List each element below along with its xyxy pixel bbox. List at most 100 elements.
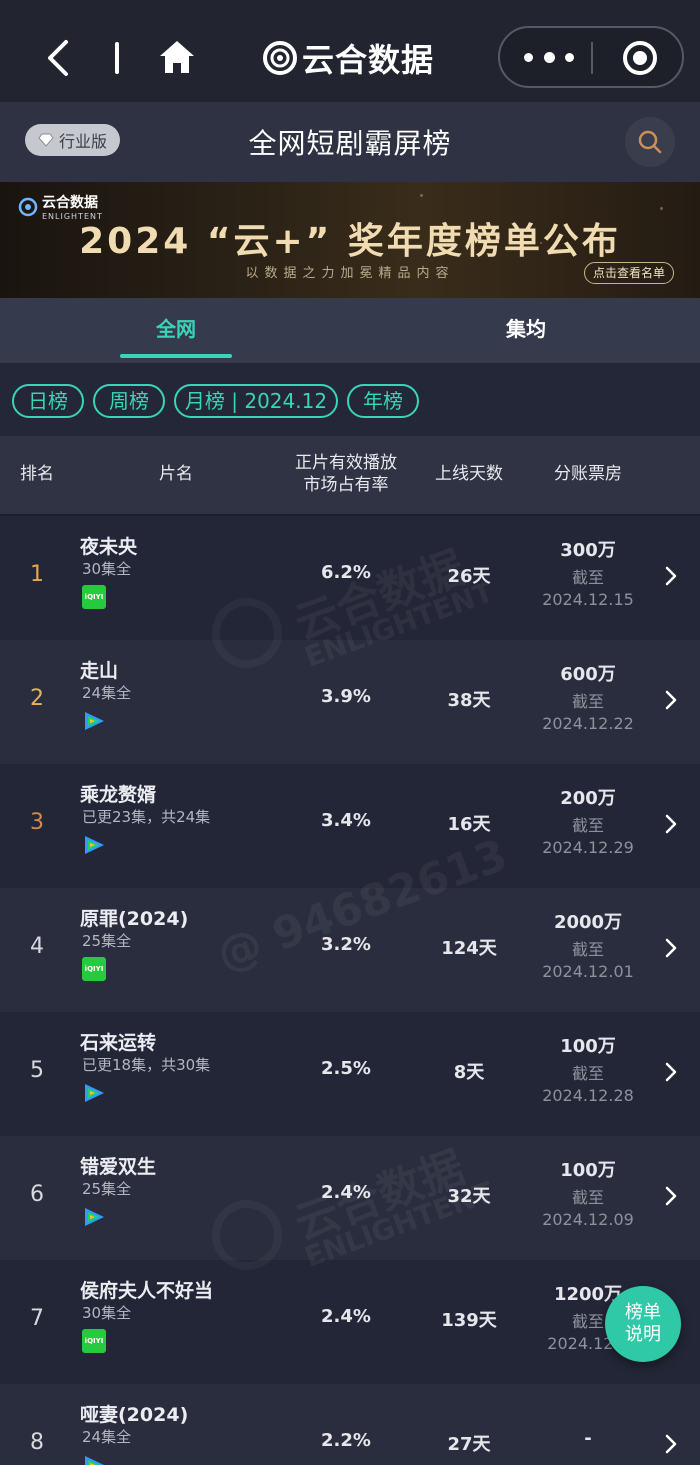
row-rank: 3 xyxy=(30,810,44,835)
row-title: 乘龙赘婿 xyxy=(80,784,157,806)
header-share-line1: 正片有效播放 xyxy=(295,453,397,473)
row-title: 夜未央 xyxy=(80,536,138,558)
home-icon[interactable] xyxy=(158,38,196,76)
brand-logo-icon xyxy=(263,41,297,75)
back-icon[interactable] xyxy=(44,38,72,78)
chevron-right-icon xyxy=(665,1434,677,1454)
page-title: 全网短剧霸屏榜 xyxy=(248,127,452,160)
banner-view-list-button[interactable]: 点击查看名单 xyxy=(584,262,675,284)
header-box-office: 分账票房 xyxy=(554,464,622,484)
tencent-video-icon xyxy=(85,712,104,730)
table-row[interactable]: 7 侯府夫人不好当 30集全 iQIYI 2.4% 139天 1200万 截至 2… xyxy=(0,1260,700,1384)
iqiyi-icon: iQIYI xyxy=(82,1329,106,1353)
active-tab-indicator xyxy=(120,354,232,358)
annual-award-banner[interactable]: 云合数据 ENLIGHTENT 2024 “云+” 奖年度榜单公布 以数据之力加… xyxy=(0,182,700,298)
filter-yearly[interactable]: 年榜 xyxy=(347,384,419,418)
chevron-right-icon xyxy=(665,1062,677,1082)
row-box-office: - xyxy=(584,1428,592,1449)
row-share: 6.2% xyxy=(321,562,371,583)
row-box-office: 100万 xyxy=(560,1036,616,1057)
tencent-video-icon xyxy=(85,1084,104,1102)
tencent-video-icon xyxy=(85,836,104,854)
row-episodes: 已更23集，共24集 xyxy=(82,808,211,826)
header-days: 上线天数 xyxy=(435,464,503,484)
row-box-office: 2000万 xyxy=(553,912,623,933)
app-top-bar: 云合数据 xyxy=(0,0,700,102)
row-days: 27天 xyxy=(447,1434,491,1455)
header-share-line2: 市场占有率 xyxy=(303,475,389,495)
filter-daily[interactable]: 日榜 xyxy=(12,384,84,418)
row-rank: 5 xyxy=(30,1058,44,1083)
filter-weekly[interactable]: 周榜 xyxy=(93,384,165,418)
row-days: 139天 xyxy=(441,1310,497,1331)
table-row[interactable]: 6 错爱双生 25集全 2.4% 32天 100万 截至 2024.12.09 xyxy=(0,1136,700,1260)
row-days: 16天 xyxy=(447,814,491,835)
row-title: 错爱双生 xyxy=(80,1156,157,1178)
row-rank: 2 xyxy=(30,686,44,711)
row-episodes: 30集全 xyxy=(82,560,132,578)
row-rank: 4 xyxy=(30,934,44,959)
row-days: 124天 xyxy=(441,938,497,959)
chevron-right-icon xyxy=(665,1186,677,1206)
row-as-of: 截至 2024.12.09 xyxy=(542,1188,634,1229)
chevron-right-icon xyxy=(665,814,677,834)
header-rank: 排名 xyxy=(20,464,54,484)
row-episodes: 24集全 xyxy=(82,1428,132,1446)
table-row[interactable]: 2 走山 24集全 3.9% 38天 600万 截至 2024.12.22 xyxy=(0,640,700,764)
row-as-of: 截至 2024.12.28 xyxy=(542,1064,634,1105)
row-box-office: 200万 xyxy=(560,788,616,809)
brand: 云合数据 xyxy=(262,36,434,80)
page-header: 行业版 全网短剧霸屏榜 xyxy=(0,102,700,182)
ranking-explanation-button[interactable]: 榜单 说明 xyxy=(605,1286,681,1362)
iqiyi-icon: iQIYI xyxy=(82,585,106,609)
row-title: 侯府夫人不好当 xyxy=(80,1280,214,1302)
row-rank: 1 xyxy=(30,562,44,587)
chevron-right-icon xyxy=(665,938,677,958)
row-title: 哑妻(2024) xyxy=(80,1404,189,1426)
row-share: 3.9% xyxy=(321,686,371,707)
tencent-video-icon xyxy=(85,1208,104,1226)
iqiyi-icon: iQIYI xyxy=(82,957,106,981)
banner-headline: 2024 “云+” 奖年度榜单公布 xyxy=(79,221,621,262)
row-episodes: 25集全 xyxy=(82,932,132,950)
header-title: 片名 xyxy=(159,464,193,484)
row-as-of: 截至 2024.12.15 xyxy=(542,568,634,609)
period-filters: 日榜 周榜 月榜 | 2024.12 年榜 xyxy=(0,363,700,436)
table-row[interactable]: 3 乘龙赘婿 已更23集，共24集 3.4% 16天 200万 截至 2024.1… xyxy=(0,764,700,888)
row-days: 8天 xyxy=(453,1062,485,1083)
row-days: 26天 xyxy=(447,566,491,587)
row-days: 32天 xyxy=(447,1186,491,1207)
search-button[interactable] xyxy=(625,117,675,167)
more-icon[interactable] xyxy=(524,42,574,72)
row-episodes: 25集全 xyxy=(82,1180,132,1198)
row-share: 2.4% xyxy=(321,1182,371,1203)
row-rank: 7 xyxy=(30,1306,44,1331)
table-row[interactable]: 8 哑妻(2024) 24集全 2.2% 27天 - xyxy=(0,1384,700,1465)
row-share: 2.2% xyxy=(321,1430,371,1451)
row-share: 3.4% xyxy=(321,810,371,831)
tab-per-episode[interactable]: 集均 xyxy=(426,298,626,363)
row-box-office: 100万 xyxy=(560,1160,616,1181)
row-as-of: 截至 2024.12.01 xyxy=(542,940,634,981)
table-row[interactable]: 5 石来运转 已更18集，共30集 2.5% 8天 100万 截至 2024.12… xyxy=(0,1012,700,1136)
row-rank: 6 xyxy=(30,1182,44,1207)
close-target-icon[interactable] xyxy=(622,40,658,76)
table-row[interactable]: 4 原罪(2024) 25集全 iQIYI 3.2% 124天 2000万 截至… xyxy=(0,888,700,1012)
row-share: 3.2% xyxy=(321,934,371,955)
row-as-of: 截至 2024.12.29 xyxy=(542,816,634,857)
row-days: 38天 xyxy=(447,690,491,711)
row-share: 2.4% xyxy=(321,1306,371,1327)
table-header: 排名 片名 正片有效播放 市场占有率 上线天数 分账票房 xyxy=(0,436,700,516)
tencent-video-icon xyxy=(85,1456,104,1465)
filter-monthly[interactable]: 月榜 | 2024.12 xyxy=(174,384,338,418)
row-box-office: 600万 xyxy=(560,664,616,685)
search-icon xyxy=(638,130,662,154)
chevron-right-icon xyxy=(665,690,677,710)
row-episodes: 24集全 xyxy=(82,684,132,702)
table-row[interactable]: 1 夜未央 30集全 iQIYI 6.2% 26天 300万 截至 2024.12… xyxy=(0,516,700,640)
row-rank: 8 xyxy=(30,1430,44,1455)
scope-tabs: 全网 集均 xyxy=(0,298,700,363)
row-box-office: 300万 xyxy=(560,540,616,561)
row-as-of: 截至 2024.12.22 xyxy=(542,692,634,733)
chevron-right-icon xyxy=(665,566,677,586)
